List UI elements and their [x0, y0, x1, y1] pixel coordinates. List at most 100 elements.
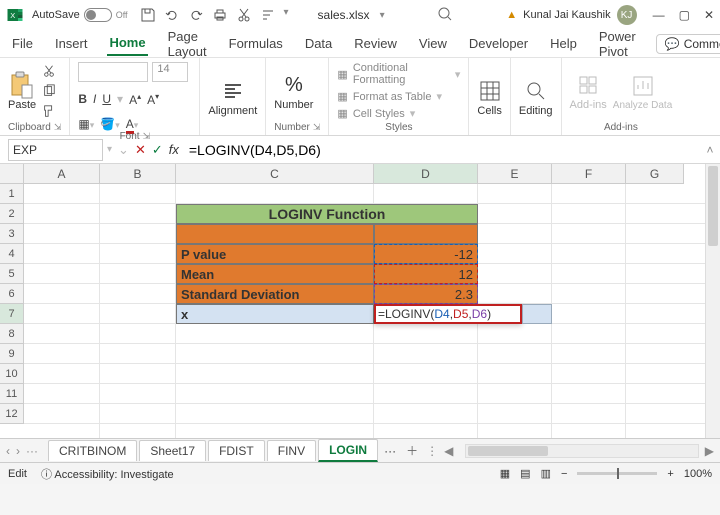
- tab-help[interactable]: Help: [548, 32, 579, 55]
- cell-label[interactable]: Mean: [176, 264, 374, 284]
- row-header[interactable]: 5: [0, 264, 24, 284]
- cut-icon[interactable]: [42, 64, 58, 80]
- col-header[interactable]: F: [552, 164, 626, 184]
- sheet-tab[interactable]: Sheet17: [139, 440, 206, 461]
- bold-button[interactable]: B: [78, 92, 87, 107]
- sheet-tab[interactable]: LOGIN: [318, 439, 378, 462]
- tab-page-layout[interactable]: Page Layout: [166, 25, 209, 63]
- accessibility-status[interactable]: ⓘ Accessibility: Investigate: [41, 466, 174, 482]
- sheet-tab[interactable]: CRITBINOM: [48, 440, 137, 461]
- row-header[interactable]: 8: [0, 324, 24, 344]
- italic-button[interactable]: I: [93, 92, 96, 107]
- cancel-formula-icon[interactable]: ✕: [135, 142, 146, 158]
- vertical-scrollbar[interactable]: [705, 164, 720, 438]
- sheet-next-icon[interactable]: ›: [16, 444, 20, 458]
- col-header[interactable]: B: [100, 164, 176, 184]
- format-painter-icon[interactable]: [42, 104, 58, 120]
- select-all-button[interactable]: [0, 164, 24, 184]
- font-increase-icon[interactable]: A▴: [129, 92, 141, 107]
- cut-icon[interactable]: [236, 7, 252, 23]
- col-header[interactable]: C: [176, 164, 374, 184]
- zoom-level[interactable]: 100%: [684, 468, 712, 480]
- col-header[interactable]: G: [626, 164, 684, 184]
- tab-view[interactable]: View: [417, 32, 449, 55]
- expand-formula-bar-icon[interactable]: ˄: [700, 143, 720, 157]
- zoom-slider[interactable]: [577, 472, 657, 475]
- cells-button[interactable]: Cells: [477, 79, 501, 117]
- save-icon[interactable]: [140, 7, 156, 23]
- paste-button[interactable]: Paste: [8, 73, 36, 111]
- row-header[interactable]: 7: [0, 304, 24, 324]
- new-sheet-button[interactable]: ＋: [406, 442, 418, 459]
- cell[interactable]: [176, 224, 374, 244]
- qat-dropdown-icon[interactable]: ▾: [284, 7, 300, 23]
- number-format-button[interactable]: % Number: [274, 73, 313, 111]
- cell-d7-editing[interactable]: =LOGINV(D4,D5,D6): [374, 304, 522, 324]
- filename-dropdown-icon[interactable]: ▾: [380, 10, 385, 21]
- search-icon[interactable]: [437, 6, 453, 25]
- row-header[interactable]: 6: [0, 284, 24, 304]
- tab-developer[interactable]: Developer: [467, 32, 530, 55]
- tab-power-pivot[interactable]: Power Pivot: [597, 25, 638, 63]
- minimize-icon[interactable]: —: [653, 8, 665, 22]
- row-header[interactable]: 12: [0, 404, 24, 424]
- formula-bar-input[interactable]: [185, 139, 700, 161]
- sheet-tab[interactable]: FDIST: [208, 440, 265, 461]
- cell-d6[interactable]: 2.3: [374, 284, 478, 304]
- format-as-table-button[interactable]: ▦Format as Table▾: [337, 90, 460, 103]
- row-header[interactable]: 10: [0, 364, 24, 384]
- enter-formula-icon[interactable]: ✓: [152, 142, 163, 158]
- launcher-icon[interactable]: ⇲: [54, 122, 62, 133]
- horizontal-scrollbar[interactable]: [465, 444, 698, 458]
- cell-label[interactable]: P value: [176, 244, 374, 264]
- close-icon[interactable]: ✕: [704, 8, 714, 22]
- editing-button[interactable]: Editing: [519, 79, 553, 117]
- undo-icon[interactable]: [164, 7, 180, 23]
- cell-d4[interactable]: -12: [374, 244, 478, 264]
- sheet-prev-icon[interactable]: ‹: [6, 444, 10, 458]
- row-header[interactable]: 2: [0, 204, 24, 224]
- addins-button[interactable]: Add-ins: [570, 73, 607, 111]
- page-break-view-icon[interactable]: ▥: [541, 467, 551, 480]
- row-header[interactable]: 3: [0, 224, 24, 244]
- fx-icon[interactable]: fx: [169, 142, 179, 157]
- col-header[interactable]: E: [478, 164, 552, 184]
- tab-formulas[interactable]: Formulas: [227, 32, 285, 55]
- toggle-off-icon[interactable]: [84, 8, 112, 22]
- launcher-icon[interactable]: ⇲: [313, 122, 321, 133]
- user-account[interactable]: ▲ Kunal Jai Kaushik KJ: [506, 5, 636, 25]
- font-name-select[interactable]: [78, 62, 148, 82]
- sheet-more-icon[interactable]: ···: [26, 444, 38, 458]
- border-icon[interactable]: ▦▾: [78, 117, 94, 131]
- autosave-toggle[interactable]: AutoSave Off: [32, 8, 128, 22]
- font-decrease-icon[interactable]: A▾: [147, 92, 159, 107]
- analyze-data-button[interactable]: Analyze Data: [613, 74, 672, 111]
- normal-view-icon[interactable]: ▦: [500, 467, 510, 480]
- alignment-button[interactable]: Alignment: [208, 79, 257, 117]
- sort-icon[interactable]: [260, 7, 276, 23]
- tab-review[interactable]: Review: [352, 32, 399, 55]
- row-header[interactable]: 4: [0, 244, 24, 264]
- tab-file[interactable]: File: [10, 32, 35, 55]
- cell-label[interactable]: x: [176, 304, 374, 324]
- conditional-formatting-button[interactable]: ▦Conditional Formatting▾: [337, 62, 460, 86]
- cell-d5[interactable]: 12: [374, 264, 478, 284]
- col-header[interactable]: A: [24, 164, 100, 184]
- name-box[interactable]: EXP: [8, 139, 103, 161]
- cells-area[interactable]: LOGINV Function P value -12 Mean 12 Stan…: [24, 184, 720, 438]
- underline-button[interactable]: U: [102, 92, 111, 107]
- zoom-out-icon[interactable]: −: [561, 468, 567, 480]
- row-header[interactable]: 9: [0, 344, 24, 364]
- cell-styles-button[interactable]: ▦Cell Styles▾: [337, 107, 460, 120]
- tab-insert[interactable]: Insert: [53, 32, 90, 55]
- row-header[interactable]: 11: [0, 384, 24, 404]
- row-header[interactable]: 1: [0, 184, 24, 204]
- cell-label[interactable]: Standard Deviation: [176, 284, 374, 304]
- maximize-icon[interactable]: ▢: [679, 8, 690, 22]
- font-size-select[interactable]: 14: [152, 62, 188, 82]
- tab-home[interactable]: Home: [107, 31, 147, 56]
- zoom-in-icon[interactable]: +: [667, 468, 673, 480]
- print-icon[interactable]: [212, 7, 228, 23]
- sheet-overflow[interactable]: ···: [380, 444, 400, 458]
- tab-data[interactable]: Data: [303, 32, 334, 55]
